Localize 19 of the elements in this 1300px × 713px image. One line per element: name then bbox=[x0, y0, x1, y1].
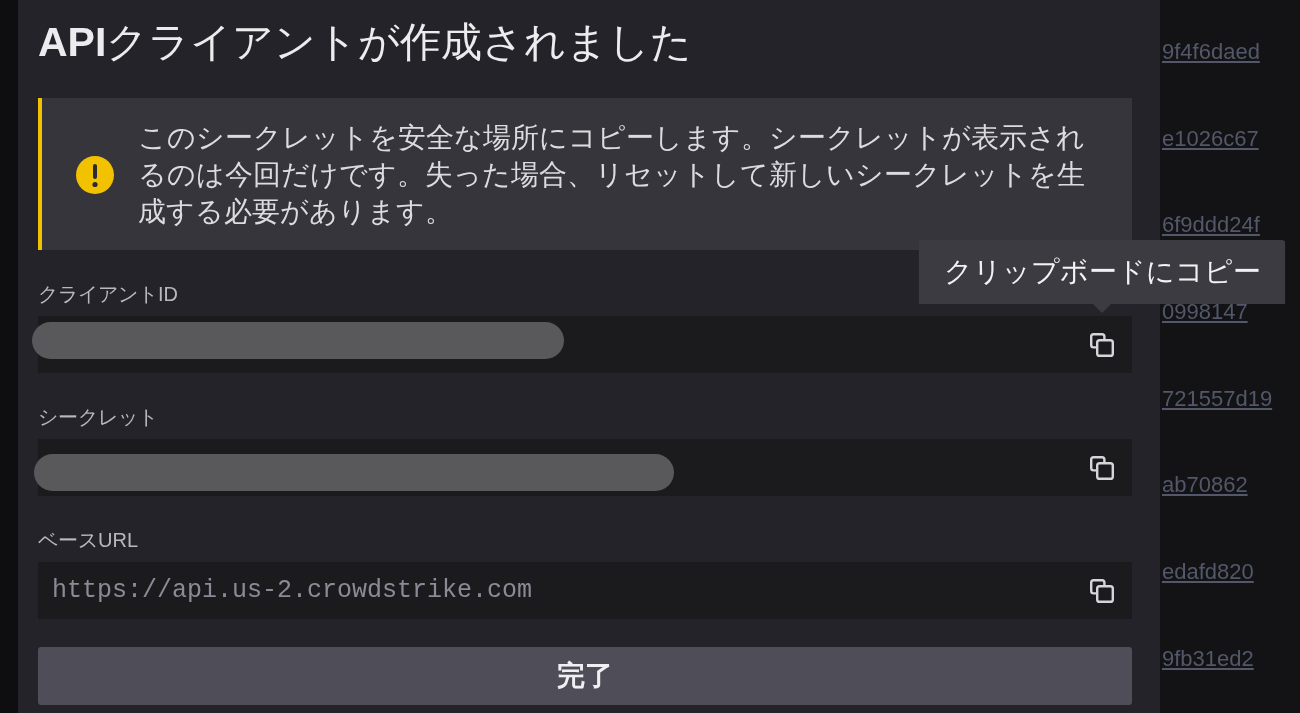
copy-icon bbox=[1090, 455, 1114, 480]
id-link[interactable]: ab70862 bbox=[1162, 471, 1248, 500]
copy-icon bbox=[1090, 578, 1114, 603]
field-label: ベースURL bbox=[38, 528, 138, 552]
field-label: クライアントID bbox=[38, 282, 178, 306]
readonly-field[interactable]: https://api.us-2.crowdstrike.com bbox=[38, 562, 1132, 619]
field-label: シークレット bbox=[38, 405, 158, 429]
done-button[interactable]: 完了 bbox=[38, 647, 1132, 705]
id-link[interactable]: 721557d19 bbox=[1162, 384, 1273, 413]
warning-icon bbox=[76, 155, 114, 194]
copy-icon bbox=[1090, 332, 1114, 357]
warning-text: このシークレットを安全な場所にコピーします。シークレットが表示されるのは今回だけです。失った場合、リセットして新しいシークレットを生成する必要があります。 bbox=[138, 121, 1086, 229]
dialog-title: APIクライアントが作成されました bbox=[38, 18, 693, 66]
field-value: https://api.us-2.crowdstrike.com bbox=[52, 575, 533, 606]
id-link[interactable]: edafd820 bbox=[1162, 558, 1254, 587]
id-link[interactable]: 9f4f6daed bbox=[1162, 38, 1260, 66]
id-link[interactable]: 9fb31ed2 bbox=[1162, 644, 1254, 673]
id-link[interactable]: 6f9ddd24f bbox=[1162, 211, 1260, 240]
id-link[interactable]: e1026c67 bbox=[1162, 124, 1259, 153]
